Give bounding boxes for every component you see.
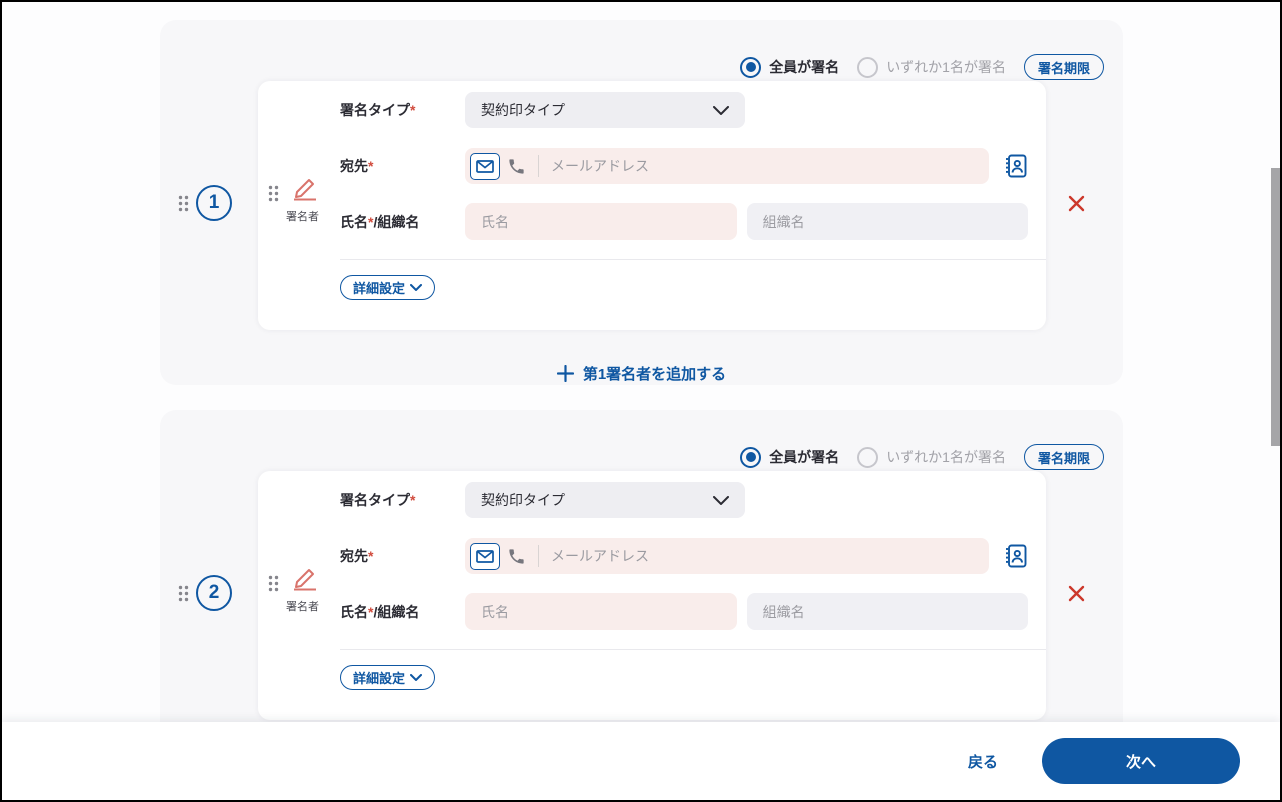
radio-any-one-signs[interactable]: いずれか1名が署名	[857, 56, 1006, 78]
recipient-email-input[interactable]	[551, 548, 981, 564]
radio-any-one-signs-label: いずれか1名が署名	[886, 449, 1006, 465]
sign-type-select[interactable]: 契約印タイプ	[465, 92, 745, 128]
sign-type-label: 署名タイプ*	[340, 492, 416, 508]
radio-all-sign-label: 全員が署名	[769, 449, 840, 465]
recipient-label: 宛先*	[340, 548, 374, 564]
address-book-button[interactable]	[1004, 153, 1028, 179]
remove-signer-button[interactable]	[1065, 192, 1087, 214]
organization-input[interactable]	[746, 593, 1028, 630]
recipient-email-input[interactable]	[551, 158, 981, 174]
signer-card: 署名者 署名タイプ* 契約印タイプ 宛先* メールアドレス 氏名*/組織名 氏名…	[258, 471, 1046, 720]
signer-tag: 署名者	[268, 177, 319, 224]
add-signer-button[interactable]: 第1署名者を追加する	[160, 363, 1123, 384]
organization-input[interactable]	[746, 203, 1028, 240]
signing-rule-header-2: 全員が署名 いずれか1名が署名 署名期限	[740, 444, 1104, 470]
next-button[interactable]: 次へ	[1042, 738, 1240, 784]
divider	[538, 155, 539, 177]
chevron-down-icon	[410, 674, 423, 681]
sign-type-value: 契約印タイプ	[481, 492, 565, 508]
address-book-icon	[1006, 154, 1027, 178]
x-icon	[1068, 585, 1084, 601]
signer-group-2: 全員が署名 いずれか1名が署名 署名期限 2 署名者 署名タイプ* 契約印タイプ…	[160, 410, 1123, 775]
group-drag-handle[interactable]	[178, 195, 189, 212]
divider	[340, 259, 1046, 260]
scrollbar-thumb[interactable]	[1271, 168, 1280, 446]
advanced-settings-button[interactable]: 詳細設定	[340, 665, 436, 690]
chevron-down-icon	[713, 495, 729, 505]
advanced-settings-label: 詳細設定	[353, 281, 406, 296]
radio-unselected-icon[interactable]	[857, 56, 879, 78]
add-signer-label: 第1署名者を追加する	[582, 366, 727, 383]
signature-deadline-button[interactable]: 署名期限	[1023, 54, 1104, 80]
envelope-icon	[476, 549, 494, 563]
radio-any-one-signs-label: いずれか1名が署名	[886, 59, 1006, 75]
signer-drag-handle[interactable]	[268, 575, 279, 592]
pencil-icon	[289, 567, 317, 596]
footer-action-bar: 戻る 次へ	[2, 722, 1280, 800]
back-button[interactable]: 戻る	[968, 751, 998, 772]
name-org-label: 氏名*/組織名	[340, 603, 420, 620]
advanced-settings-label: 詳細設定	[353, 671, 406, 686]
divider	[538, 545, 539, 567]
sign-type-row: 署名タイプ* 契約印タイプ	[340, 92, 1028, 128]
advanced-settings-button[interactable]: 詳細設定	[340, 275, 436, 300]
radio-unselected-icon[interactable]	[857, 446, 879, 468]
name-row: 氏名*/組織名	[340, 203, 1028, 240]
sign-type-row: 署名タイプ* 契約印タイプ	[340, 482, 1028, 518]
signer-drag-handle[interactable]	[268, 185, 279, 202]
plus-icon	[556, 365, 574, 382]
radio-any-one-signs[interactable]: いずれか1名が署名	[857, 446, 1006, 468]
remove-signer-button[interactable]	[1065, 582, 1087, 604]
sign-type-value: 契約印タイプ	[481, 102, 565, 118]
phone-icon	[509, 548, 524, 564]
envelope-icon	[476, 159, 494, 173]
radio-selected-icon[interactable]	[740, 446, 762, 468]
recipient-label: 宛先*	[340, 158, 374, 174]
app-window: 全員が署名 いずれか1名が署名 署名期限 1 署名者 署名タイプ* 契約印タイプ…	[0, 0, 1282, 802]
radio-all-sign-label: 全員が署名	[769, 59, 840, 75]
radio-all-sign[interactable]: 全員が署名	[740, 56, 840, 78]
name-input[interactable]	[465, 593, 737, 630]
divider	[340, 649, 1046, 650]
address-book-icon	[1006, 544, 1027, 568]
chevron-down-icon	[410, 284, 423, 291]
chevron-down-icon	[713, 105, 729, 115]
x-icon	[1068, 195, 1084, 211]
group-number-badge: 2	[196, 575, 232, 611]
group-drag-handle[interactable]	[178, 585, 189, 602]
signers-page: 全員が署名 いずれか1名が署名 署名期限 1 署名者 署名タイプ* 契約印タイプ…	[2, 2, 1280, 800]
phone-type-button[interactable]	[507, 157, 526, 176]
name-row: 氏名*/組織名	[340, 593, 1028, 630]
recipient-row: 宛先*	[340, 538, 1028, 574]
radio-all-sign[interactable]: 全員が署名	[740, 446, 840, 468]
signer-tag-label: 署名者	[286, 211, 319, 223]
signer-group-1: 全員が署名 いずれか1名が署名 署名期限 1 署名者 署名タイプ* 契約印タイプ…	[160, 20, 1123, 385]
email-type-button[interactable]	[470, 152, 500, 180]
recipient-field	[465, 538, 989, 574]
sign-type-label: 署名タイプ*	[340, 102, 416, 118]
signer-card: 署名者 署名タイプ* 契約印タイプ 宛先* メールアドレス 氏名*/組織名 氏名…	[258, 81, 1046, 330]
name-input[interactable]	[465, 203, 737, 240]
sign-type-select[interactable]: 契約印タイプ	[465, 482, 745, 518]
phone-type-button[interactable]	[507, 547, 526, 566]
signing-rule-header-1: 全員が署名 いずれか1名が署名 署名期限	[740, 54, 1104, 80]
radio-selected-icon[interactable]	[740, 56, 762, 78]
signer-tag-label: 署名者	[286, 601, 319, 613]
recipient-row: 宛先*	[340, 148, 1028, 184]
recipient-field	[465, 148, 989, 184]
signature-deadline-button[interactable]: 署名期限	[1023, 444, 1104, 470]
pencil-icon	[289, 177, 317, 206]
signer-tag: 署名者	[268, 567, 319, 614]
name-org-label: 氏名*/組織名	[340, 213, 420, 230]
address-book-button[interactable]	[1004, 543, 1028, 569]
email-type-button[interactable]	[470, 542, 500, 570]
phone-icon	[509, 158, 524, 174]
group-number-badge: 1	[196, 185, 232, 221]
